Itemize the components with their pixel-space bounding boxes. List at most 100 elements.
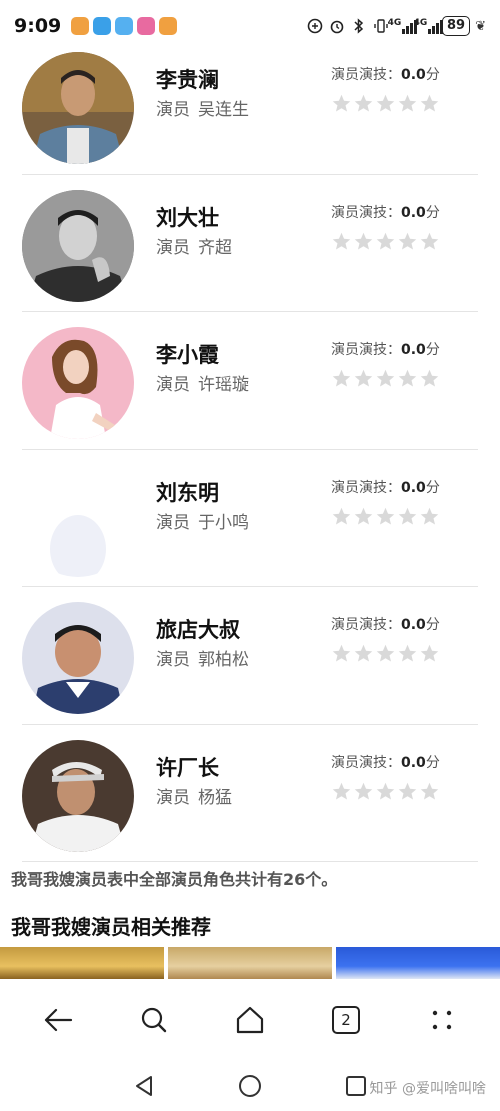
star-icon[interactable] — [353, 231, 374, 252]
star-icon[interactable] — [397, 781, 418, 802]
star-icon[interactable] — [353, 93, 374, 114]
related-thumbnail[interactable] — [168, 947, 332, 979]
star-rating[interactable] — [331, 231, 440, 252]
role-name[interactable]: 李小霞 — [156, 339, 219, 369]
star-icon[interactable] — [419, 93, 440, 114]
rating-label: 演员演技： — [331, 617, 401, 633]
rating-label: 演员演技： — [331, 67, 401, 83]
actor-name[interactable]: 于小鸣 — [198, 513, 249, 533]
actor-line: 演员 郭柏松 — [156, 645, 249, 670]
actor-name[interactable]: 杨猛 — [198, 788, 232, 808]
cast-row[interactable]: 李小霞 演员 许瑶璇 演员演技：0.0分 — [22, 312, 478, 450]
star-icon[interactable] — [375, 93, 396, 114]
rating-value: 0.0 — [401, 204, 426, 221]
star-icon[interactable] — [397, 643, 418, 664]
role-name[interactable]: 刘东明 — [156, 477, 219, 507]
star-icon[interactable] — [419, 368, 440, 389]
acting-rating: 演员演技：0.0分 — [331, 64, 440, 84]
cast-list: 李贵澜 演员 吴连生 演员演技：0.0分 刘大壮 演员 齐超 演员演技：0.0分… — [0, 37, 500, 862]
cast-row[interactable]: 旅店大叔 演员 郭柏松 演员演技：0.0分 — [22, 587, 478, 725]
star-icon[interactable] — [397, 506, 418, 527]
star-icon[interactable] — [375, 231, 396, 252]
cast-row[interactable]: 刘大壮 演员 齐超 演员演技：0.0分 — [22, 175, 478, 312]
rating-label: 演员演技： — [331, 754, 401, 771]
acting-rating: 演员演技：0.0分 — [331, 752, 440, 772]
star-rating[interactable] — [331, 368, 440, 389]
actor-line: 演员 吴连生 — [156, 95, 249, 120]
rating-unit: 分 — [425, 617, 440, 633]
star-icon[interactable] — [353, 368, 374, 389]
tabs-button[interactable]: 2 — [321, 995, 371, 1045]
star-icon[interactable] — [419, 781, 440, 802]
nav-home-button[interactable] — [236, 1072, 264, 1100]
notification-icons — [71, 17, 178, 35]
cast-row[interactable]: 李贵澜 演员 吴连生 演员演技：0.0分 — [22, 37, 478, 175]
star-rating[interactable] — [331, 93, 440, 114]
star-icon[interactable] — [331, 231, 352, 252]
star-icon[interactable] — [375, 506, 396, 527]
rating-value: 0.0 — [401, 479, 426, 496]
nav-back-button[interactable] — [130, 1072, 158, 1100]
star-icon[interactable] — [397, 93, 418, 114]
back-button[interactable] — [33, 995, 83, 1045]
star-rating[interactable] — [331, 781, 440, 802]
star-icon[interactable] — [419, 643, 440, 664]
actor-avatar[interactable] — [22, 52, 134, 164]
actor-avatar[interactable] — [22, 189, 134, 302]
actor-name[interactable]: 许瑶璇 — [198, 375, 249, 395]
acting-rating: 演员演技：0.0分 — [331, 477, 440, 497]
battery-indicator: 89 — [442, 16, 471, 36]
menu-button[interactable] — [417, 995, 467, 1045]
actor-line: 演员 齐超 — [156, 233, 232, 258]
actor-prefix: 演员 — [156, 375, 190, 395]
acting-rating: 演员演技：0.0分 — [331, 202, 440, 222]
actor-avatar[interactable] — [22, 602, 134, 714]
star-icon[interactable] — [397, 368, 418, 389]
star-icon[interactable] — [331, 93, 352, 114]
related-thumbnail[interactable] — [0, 947, 164, 979]
actor-avatar[interactable] — [22, 327, 134, 439]
star-icon[interactable] — [375, 781, 396, 802]
cast-row[interactable]: 许厂长 演员 杨猛 演员演技：0.0分 — [22, 725, 478, 862]
star-icon[interactable] — [331, 781, 352, 802]
star-icon[interactable] — [353, 506, 374, 527]
actor-line: 演员 于小鸣 — [156, 508, 249, 533]
nfc-icon — [306, 18, 323, 35]
home-button[interactable] — [225, 995, 275, 1045]
search-button[interactable] — [129, 995, 179, 1045]
star-icon[interactable] — [397, 231, 418, 252]
actor-name[interactable]: 吴连生 — [198, 100, 249, 120]
circle-home-icon — [239, 1075, 261, 1097]
star-icon[interactable] — [375, 643, 396, 664]
actor-avatar-placeholder[interactable] — [22, 464, 134, 577]
rating-label: 演员演技： — [331, 204, 401, 221]
actor-avatar[interactable] — [22, 739, 134, 852]
star-icon[interactable] — [375, 368, 396, 389]
star-rating[interactable] — [331, 506, 440, 527]
role-name[interactable]: 刘大壮 — [156, 202, 219, 232]
nav-recents-button[interactable] — [342, 1072, 370, 1100]
square-recents-icon — [346, 1076, 366, 1096]
status-right: 4G 4G 89 ❦ — [306, 16, 486, 36]
role-name[interactable]: 旅店大叔 — [156, 614, 240, 644]
acting-rating: 演员演技：0.0分 — [331, 339, 440, 359]
signal-icon: 4G — [414, 18, 444, 35]
role-name[interactable]: 李贵澜 — [156, 64, 219, 94]
actor-prefix: 演员 — [156, 512, 190, 533]
star-icon[interactable] — [353, 781, 374, 802]
star-icon[interactable] — [419, 506, 440, 527]
app-notification-icon — [115, 17, 134, 35]
tab-count: 2 — [341, 1011, 351, 1029]
related-thumbnail[interactable] — [336, 947, 500, 979]
star-icon[interactable] — [331, 643, 352, 664]
role-name[interactable]: 许厂长 — [156, 752, 219, 782]
actor-name[interactable]: 郭柏松 — [198, 650, 249, 670]
star-icon[interactable] — [331, 368, 352, 389]
actor-name[interactable]: 齐超 — [198, 238, 232, 258]
cast-row[interactable]: 刘东明 演员 于小鸣 演员演技：0.0分 — [22, 450, 478, 587]
star-icon[interactable] — [353, 643, 374, 664]
weibo-notification-icon — [71, 17, 90, 35]
star-icon[interactable] — [331, 506, 352, 527]
star-icon[interactable] — [419, 231, 440, 252]
star-rating[interactable] — [331, 643, 440, 664]
